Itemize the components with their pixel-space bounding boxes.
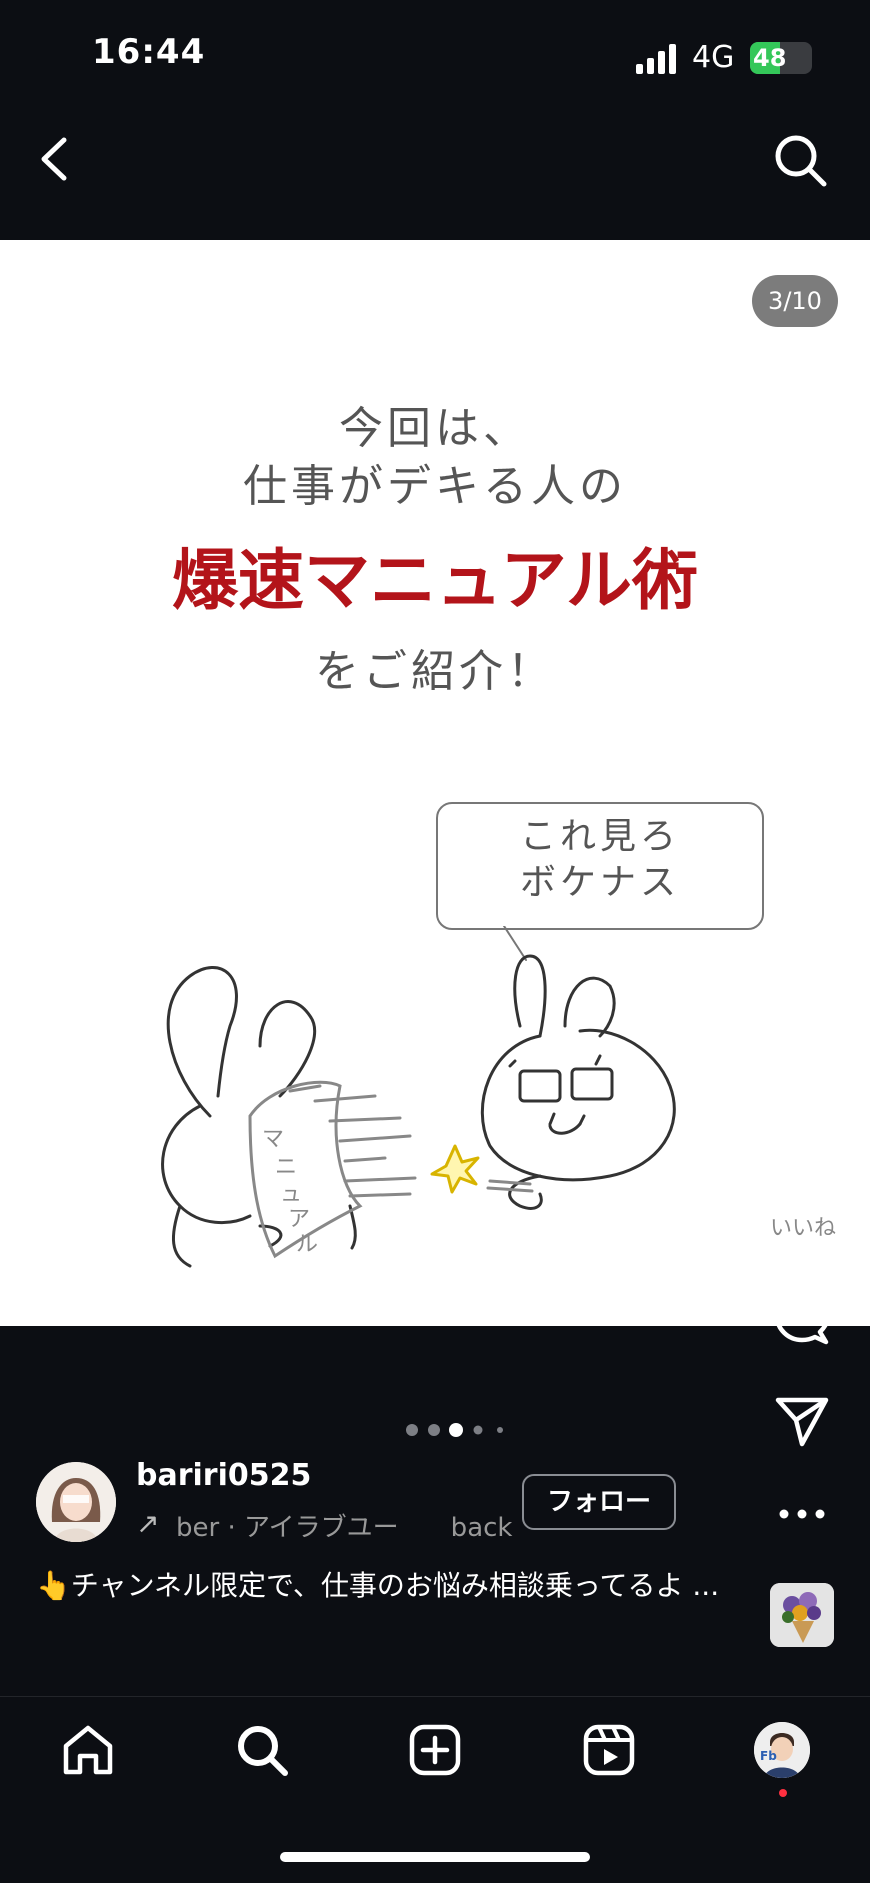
svg-text:ア: ア xyxy=(288,1207,310,1232)
carousel-dot xyxy=(449,1423,463,1437)
profile-avatar[interactable]: Fb xyxy=(754,1722,810,1778)
audio-info[interactable]: ber · アイラブユー back xyxy=(176,1507,512,1544)
heart-icon[interactable] xyxy=(772,1126,830,1182)
search-icon[interactable] xyxy=(772,132,828,188)
comment-icon[interactable] xyxy=(774,1290,830,1346)
speech-line1: これ見ろ xyxy=(519,816,680,857)
carousel-dot xyxy=(428,1424,440,1436)
post-text-line1: 今回は、 xyxy=(339,403,531,454)
post-text-line2: 仕事がデキる人の xyxy=(243,461,627,512)
audio-thumbnail[interactable] xyxy=(770,1583,834,1647)
like-label: いいね xyxy=(770,1216,837,1241)
home-icon[interactable] xyxy=(60,1722,116,1778)
notification-dot xyxy=(779,1789,787,1797)
profile-image: Fb xyxy=(754,1722,810,1778)
speech-line2: ボケナス xyxy=(519,862,680,903)
battery-icon: 48 xyxy=(750,42,812,74)
svg-text:Fb: Fb xyxy=(760,1749,777,1763)
post-text-line4: をご紹介！ xyxy=(315,646,555,697)
svg-text:ニ: ニ xyxy=(275,1155,297,1180)
svg-text:ル: ル xyxy=(296,1232,318,1257)
search-icon[interactable] xyxy=(234,1722,290,1778)
username[interactable]: bariri0525 xyxy=(136,1458,311,1493)
page-counter: 3/10 xyxy=(752,275,838,327)
flower-bouquet-icon xyxy=(770,1583,834,1647)
back-icon[interactable] xyxy=(36,134,72,184)
network-type: 4G xyxy=(692,40,735,75)
arrow-up-right-icon: ↗ xyxy=(136,1507,160,1540)
user-avatar[interactable] xyxy=(36,1462,116,1542)
follow-button[interactable]: フォロー xyxy=(522,1474,676,1530)
carousel-dot xyxy=(497,1427,503,1433)
post-caption[interactable]: 👆チャンネル限定で、仕事のお悩み相談乗ってるよ ... xyxy=(36,1564,726,1608)
carousel-dot xyxy=(473,1425,483,1435)
svg-text:ュ: ュ xyxy=(280,1182,302,1207)
avatar-image xyxy=(36,1462,116,1542)
more-options-icon[interactable] xyxy=(778,1506,826,1522)
battery-level: 48 xyxy=(753,44,787,72)
status-time: 16:44 xyxy=(92,32,206,72)
manual-label: マ xyxy=(262,1127,284,1152)
signal-strength-icon xyxy=(636,44,676,74)
carousel-indicator xyxy=(406,1423,503,1437)
create-post-icon[interactable] xyxy=(407,1722,463,1778)
share-icon[interactable] xyxy=(774,1394,830,1448)
rabbit-illustration: マ ニ ュ ア ル xyxy=(161,926,676,1268)
carousel-dot xyxy=(406,1424,418,1436)
post-headline: 爆速マニュアル術 xyxy=(171,541,699,619)
reels-icon[interactable] xyxy=(581,1722,637,1778)
home-indicator[interactable] xyxy=(280,1852,590,1862)
speech-bubble-text: これ見ろ ボケナス xyxy=(436,814,764,906)
